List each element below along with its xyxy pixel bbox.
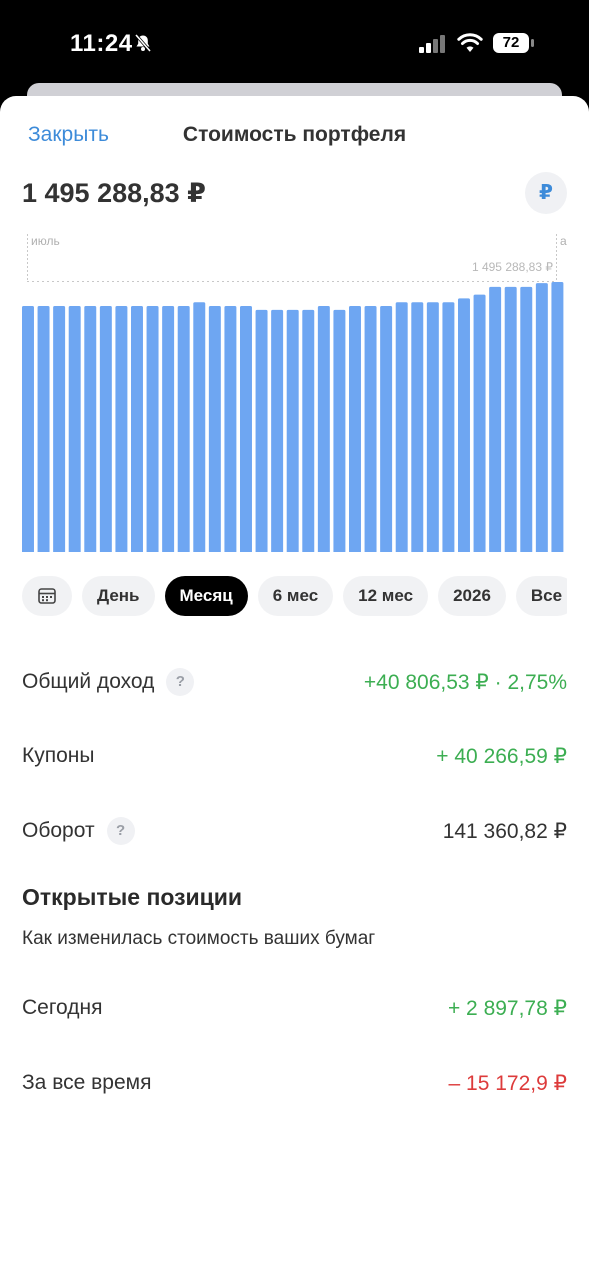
chart-bar[interactable] <box>442 302 455 552</box>
chart-bar[interactable] <box>22 306 34 552</box>
chart-bar[interactable] <box>535 283 548 552</box>
chart-bar[interactable] <box>271 309 284 552</box>
open-positions-title: Открытые позиции <box>22 884 243 910</box>
sheet-title: Стоимость портфеля <box>182 123 407 146</box>
open-positions-subtitle: Как изменилась стоимость ваших бумаг <box>22 928 376 949</box>
chart-bar[interactable] <box>240 306 252 552</box>
status-time: 11:24 <box>70 30 133 57</box>
portfolio-value-sheet: Закрыть Стоимость портфеля 1 495 288,83 … <box>0 96 589 1280</box>
chart-bar[interactable] <box>458 298 470 552</box>
chart-bar[interactable] <box>99 306 112 552</box>
total-income-label: Общий доход <box>22 670 155 693</box>
status-bar: 11:24 72 <box>0 0 589 84</box>
chart-bar[interactable] <box>473 294 486 552</box>
chart-bar[interactable] <box>317 306 330 552</box>
chart-end-label: а <box>560 234 567 248</box>
period-chip[interactable]: 12 мес <box>343 576 429 616</box>
cellular-signal-icon <box>419 35 445 53</box>
chart-bar[interactable] <box>68 306 81 552</box>
period-chip[interactable]: 6 мес <box>257 576 334 616</box>
chart-bar[interactable] <box>411 302 424 552</box>
currency-toggle-button[interactable]: ₽ <box>525 172 567 214</box>
portfolio-bar-chart[interactable]: июль а 1 495 288,83 ₽ <box>0 232 589 552</box>
chart-bar[interactable] <box>224 306 237 552</box>
chart-bar[interactable] <box>162 306 175 552</box>
chart-bar[interactable] <box>177 306 190 552</box>
chart-bar[interactable] <box>193 302 206 552</box>
all-time-change-value: – 15 172,9 ₽ <box>448 1071 567 1095</box>
total-income-value: +40 806,53 ₽ · 2,75% <box>363 670 567 694</box>
all-time-change-label: За все время <box>22 1071 152 1094</box>
chart-bars <box>22 282 564 552</box>
period-chip[interactable]: Все <box>515 576 567 616</box>
chart-bar[interactable] <box>115 306 128 552</box>
portfolio-total-value: 1 495 288,83 ₽ <box>22 178 206 208</box>
today-change-value: + 2 897,78 ₽ <box>447 996 567 1020</box>
chart-bar[interactable] <box>504 286 517 552</box>
period-chip[interactable]: 2026 <box>438 576 506 616</box>
coupons-value: + 40 266,59 ₽ <box>436 744 567 768</box>
wifi-icon <box>457 33 483 52</box>
chart-bar[interactable] <box>395 302 408 552</box>
turnover-help-button[interactable]: ? <box>106 817 135 845</box>
chart-bar[interactable] <box>333 309 346 552</box>
chart-bar[interactable] <box>302 309 315 552</box>
chart-bar[interactable] <box>380 306 393 552</box>
chart-start-label: июль <box>31 234 60 248</box>
chart-bar[interactable] <box>489 286 502 552</box>
chart-bar[interactable] <box>37 306 50 552</box>
all-time-change-row: За все время – 15 172,9 ₽ <box>22 1065 567 1101</box>
bell-off-icon <box>134 34 152 52</box>
turnover-row: Оборот ? 141 360,82 ₽ <box>22 813 567 849</box>
chart-bar[interactable] <box>551 282 564 552</box>
turnover-label: Оборот <box>22 819 95 842</box>
today-change-row: Сегодня + 2 897,78 ₽ <box>22 990 567 1026</box>
turnover-value: 141 360,82 ₽ <box>442 819 567 843</box>
period-selector: День Месяц 6 мес 12 мес 2026 Все <box>22 576 567 616</box>
coupons-row: Купоны + 40 266,59 ₽ <box>22 738 567 774</box>
today-change-label: Сегодня <box>22 996 103 1019</box>
chart-bar[interactable] <box>426 302 439 552</box>
calendar-button[interactable] <box>22 576 72 616</box>
period-chip[interactable]: День <box>82 576 155 616</box>
chart-bar[interactable] <box>364 306 377 552</box>
chart-bar[interactable] <box>84 306 97 552</box>
battery-level: 72 <box>502 34 520 51</box>
chart-bar[interactable] <box>255 309 268 552</box>
chart-bar[interactable] <box>349 306 361 552</box>
chart-peak-label: 1 495 288,83 ₽ <box>472 260 553 274</box>
chart-bar[interactable] <box>131 306 143 552</box>
period-chip[interactable]: Месяц <box>164 576 248 616</box>
chart-bar[interactable] <box>208 306 221 552</box>
chart-bar[interactable] <box>53 306 66 552</box>
calendar-icon <box>38 588 56 604</box>
total-income-help-button[interactable]: ? <box>166 668 195 696</box>
chart-bar[interactable] <box>146 306 159 552</box>
coupons-label: Купоны <box>22 744 95 767</box>
chart-bar[interactable] <box>520 286 533 552</box>
total-income-row: Общий доход ? +40 806,53 ₽ · 2,75% <box>22 664 567 700</box>
chart-bar[interactable] <box>286 309 299 552</box>
